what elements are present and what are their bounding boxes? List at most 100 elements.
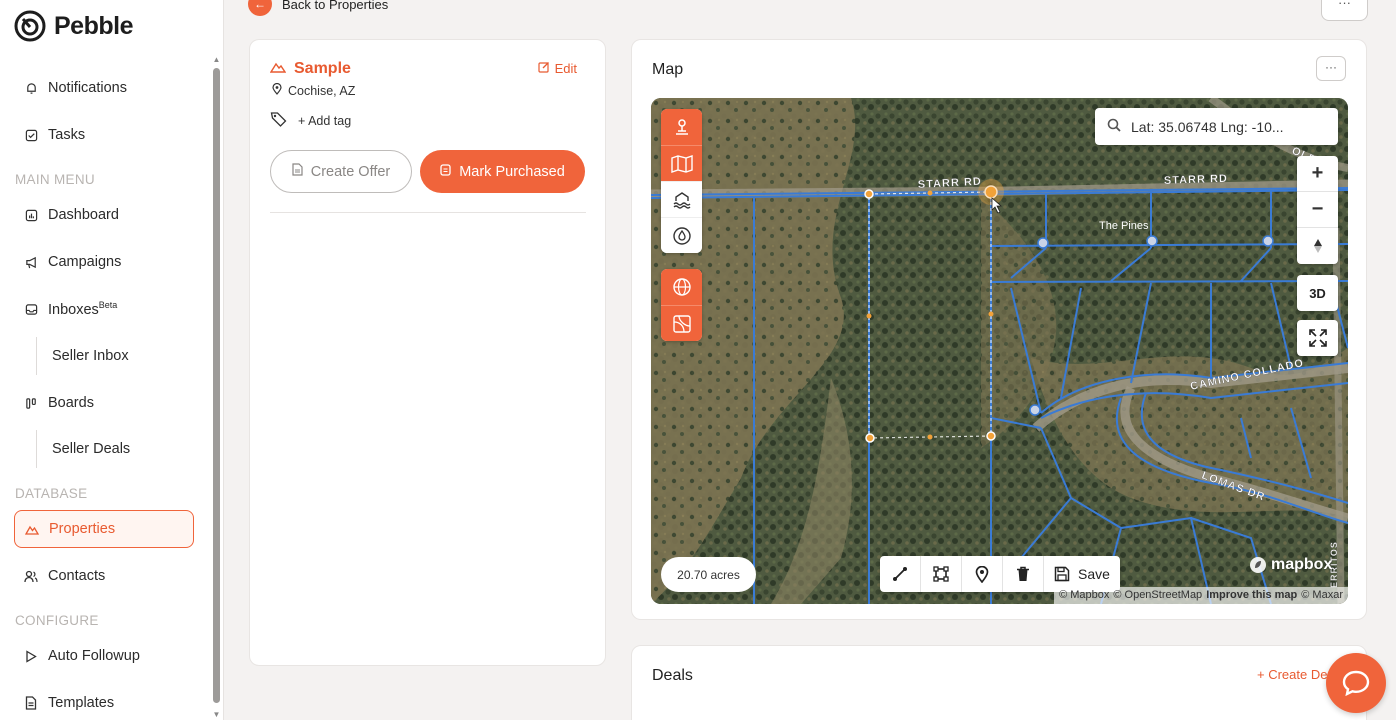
- nav-seller-inbox[interactable]: Seller Inbox: [14, 337, 194, 375]
- nav-properties[interactable]: Properties: [14, 510, 194, 548]
- draw-point-button[interactable]: [962, 556, 1003, 592]
- nav-inboxes[interactable]: InboxesBeta: [14, 290, 194, 328]
- compass-icon: [1313, 239, 1322, 253]
- nav-auto-followup[interactable]: Auto Followup: [14, 637, 194, 675]
- zoom-controls: + −: [1297, 156, 1338, 264]
- map-card: Map ··· STARR RD STARR RD CAMINO COLLADO…: [631, 39, 1367, 620]
- attribution-osm-link[interactable]: © OpenStreetMap: [1113, 589, 1202, 602]
- save-label: Save: [1078, 566, 1110, 582]
- deals-title: Deals: [652, 667, 693, 684]
- draw-line-button[interactable]: [880, 556, 921, 592]
- beta-badge: Beta: [98, 300, 118, 311]
- 3d-toggle-button[interactable]: 3D: [1297, 275, 1338, 311]
- nav-contacts[interactable]: Contacts: [14, 557, 194, 595]
- nav-campaigns[interactable]: Campaigns: [14, 243, 194, 281]
- owner-layer-button[interactable]: [661, 109, 702, 145]
- trash-icon: [1017, 566, 1029, 581]
- deals-card: Deals + Create Deal: [631, 645, 1367, 720]
- folded-map-icon: [670, 154, 693, 173]
- create-offer-button[interactable]: Create Offer: [270, 150, 412, 193]
- scroll-down-icon[interactable]: ▼: [212, 711, 221, 719]
- flood-icon: [673, 191, 690, 209]
- add-tag-button[interactable]: + Add tag: [270, 111, 351, 130]
- mapbox-logo[interactable]: mapbox: [1249, 556, 1332, 574]
- nav-boards[interactable]: Boards: [14, 384, 194, 422]
- board-icon: [24, 396, 38, 410]
- nav-label: Campaigns: [48, 254, 122, 270]
- compass-button[interactable]: [1297, 228, 1338, 264]
- property-location: Cochise, AZ: [272, 82, 356, 98]
- mountain-icon: [269, 60, 287, 78]
- pebble-logo-icon: [14, 10, 46, 42]
- search-input[interactable]: Lat: 35.06748 Lng: -10...: [1131, 119, 1284, 135]
- scroll-up-icon[interactable]: ▲: [212, 56, 221, 64]
- dashboard-icon: [24, 208, 38, 222]
- mark-purchased-button[interactable]: Mark Purchased: [420, 150, 585, 193]
- flood-layer-button[interactable]: [661, 181, 702, 217]
- create-offer-label: Create Offer: [310, 163, 391, 180]
- floppy-disk-icon: [1054, 566, 1070, 582]
- property-title: Sample: [269, 60, 351, 78]
- nav-dashboard[interactable]: Dashboard: [14, 196, 194, 234]
- edit-label: Edit: [554, 61, 577, 76]
- property-card: Sample Edit Cochise, AZ + Add tag Create…: [249, 39, 606, 666]
- sidebar-scrollbar[interactable]: ▲ ▼: [212, 56, 221, 720]
- map-view[interactable]: STARR RD STARR RD OLD R CAMINO COLLADO L…: [651, 98, 1348, 604]
- arrow-left-icon: ←: [248, 0, 272, 16]
- location-pin-icon: [272, 82, 282, 98]
- location-text: Cochise, AZ: [288, 83, 356, 98]
- sidebar: Pebble Notifications Tasks MAIN MENU Das…: [0, 0, 224, 720]
- edit-property-button[interactable]: Edit: [537, 61, 577, 76]
- zoom-out-button[interactable]: −: [1297, 192, 1338, 228]
- nav-label: Tasks: [48, 127, 86, 143]
- nav-templates[interactable]: Templates: [14, 684, 194, 720]
- megaphone-icon: [24, 255, 38, 269]
- map-style-tools: [661, 269, 702, 341]
- property-name: Sample: [294, 60, 351, 77]
- users-icon: [24, 569, 38, 583]
- satellite-icon: [672, 314, 691, 333]
- nav-notifications[interactable]: Notifications: [14, 69, 194, 107]
- draw-polygon-button[interactable]: [921, 556, 962, 592]
- person-pin-icon: [675, 119, 688, 135]
- map-more-button[interactable]: ···: [1316, 56, 1346, 81]
- fullscreen-icon: [1308, 329, 1327, 347]
- document-icon: [24, 696, 38, 710]
- section-main-menu: MAIN MENU: [15, 172, 95, 187]
- map-layer-button[interactable]: [661, 145, 702, 181]
- attribution-maxar-link[interactable]: © Maxar: [1301, 589, 1343, 602]
- receipt-icon: [440, 163, 451, 180]
- satellite-map[interactable]: STARR RD STARR RD OLD R CAMINO COLLADO L…: [651, 98, 1348, 604]
- wetland-layer-button[interactable]: [661, 217, 702, 253]
- nav-tasks[interactable]: Tasks: [14, 116, 194, 154]
- coordinate-search[interactable]: Lat: 35.06748 Lng: -10...: [1095, 108, 1338, 145]
- attribution-mapbox-link[interactable]: © Mapbox: [1059, 589, 1109, 602]
- add-tag-label: + Add tag: [298, 113, 352, 128]
- back-to-properties-link[interactable]: ← Back to Properties: [248, 0, 388, 16]
- map-pin-icon: [975, 565, 989, 583]
- terrain-button[interactable]: [661, 305, 702, 341]
- chat-bubble-icon: [1342, 670, 1370, 696]
- tag-icon: [270, 111, 288, 130]
- scroll-thumb[interactable]: [213, 68, 220, 703]
- delete-shape-button[interactable]: [1003, 556, 1044, 592]
- globe-button[interactable]: [661, 269, 702, 305]
- document-icon: [292, 163, 303, 180]
- help-chat-button[interactable]: [1326, 653, 1386, 713]
- app-logo[interactable]: Pebble: [14, 10, 133, 42]
- bell-icon: [24, 81, 38, 95]
- divider: [270, 212, 586, 213]
- nav-seller-deals[interactable]: Seller Deals: [14, 430, 194, 468]
- mark-purchased-label: Mark Purchased: [459, 163, 565, 180]
- improve-map-link[interactable]: Improve this map: [1206, 589, 1297, 602]
- nav-label: Templates: [48, 695, 115, 711]
- nav-label: Dashboard: [48, 207, 119, 223]
- water-drop-icon: [672, 226, 691, 245]
- page-more-button[interactable]: ···: [1321, 0, 1368, 21]
- play-icon: [24, 649, 38, 663]
- zoom-in-button[interactable]: +: [1297, 156, 1338, 192]
- map-title: Map: [652, 61, 684, 78]
- line-tool-icon: [893, 567, 907, 581]
- fullscreen-button[interactable]: [1297, 320, 1338, 356]
- mapbox-logo-icon: [1250, 557, 1266, 573]
